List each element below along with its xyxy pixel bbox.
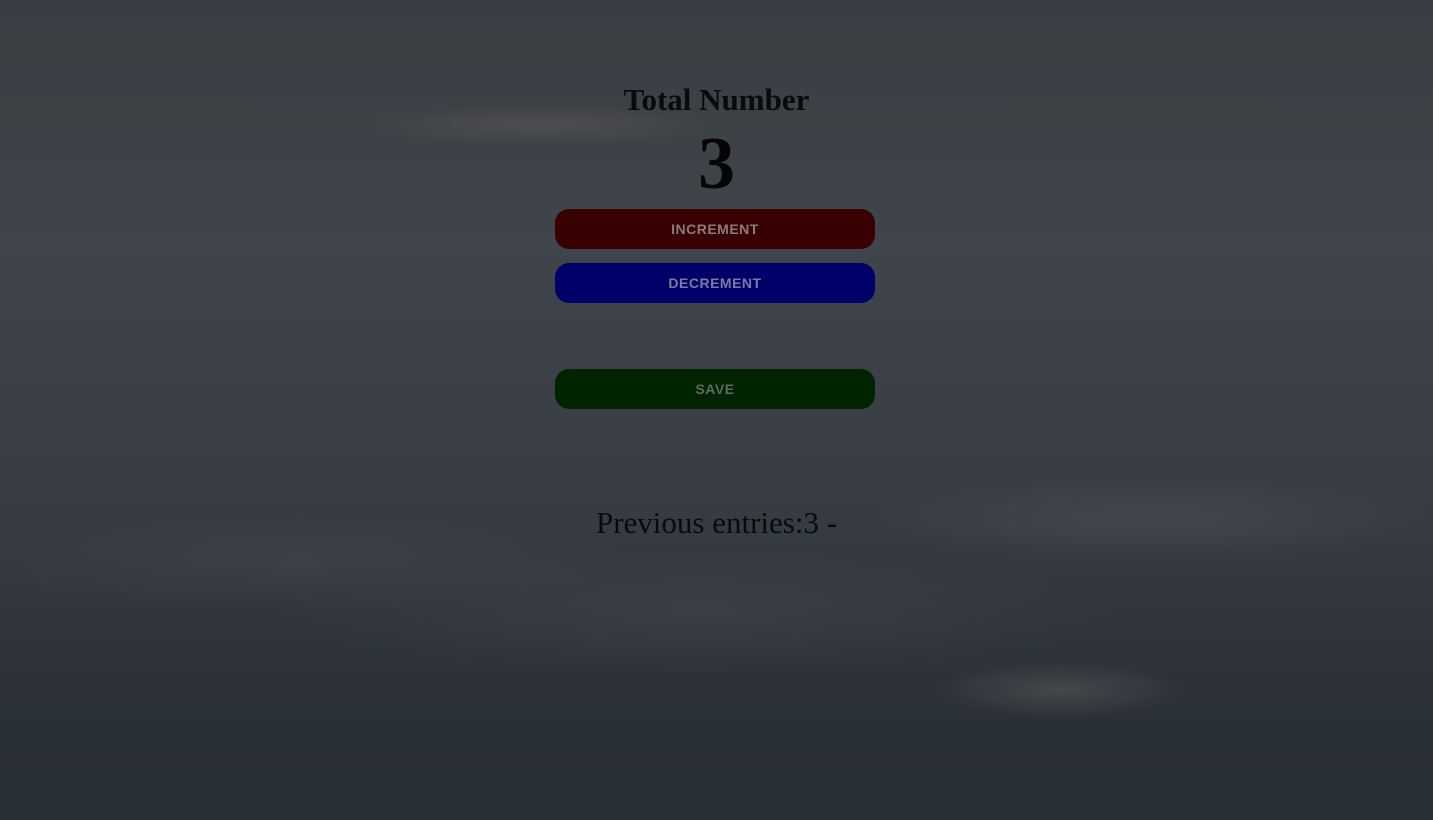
save-button[interactable]: SAVE: [555, 369, 875, 409]
counter-value: 3: [698, 123, 735, 205]
increment-button[interactable]: INCREMENT: [555, 209, 875, 249]
previous-entries: Previous entries:3 -: [595, 505, 838, 540]
counter-title: Total Number: [623, 82, 810, 117]
decrement-button[interactable]: DECREMENT: [555, 263, 875, 303]
